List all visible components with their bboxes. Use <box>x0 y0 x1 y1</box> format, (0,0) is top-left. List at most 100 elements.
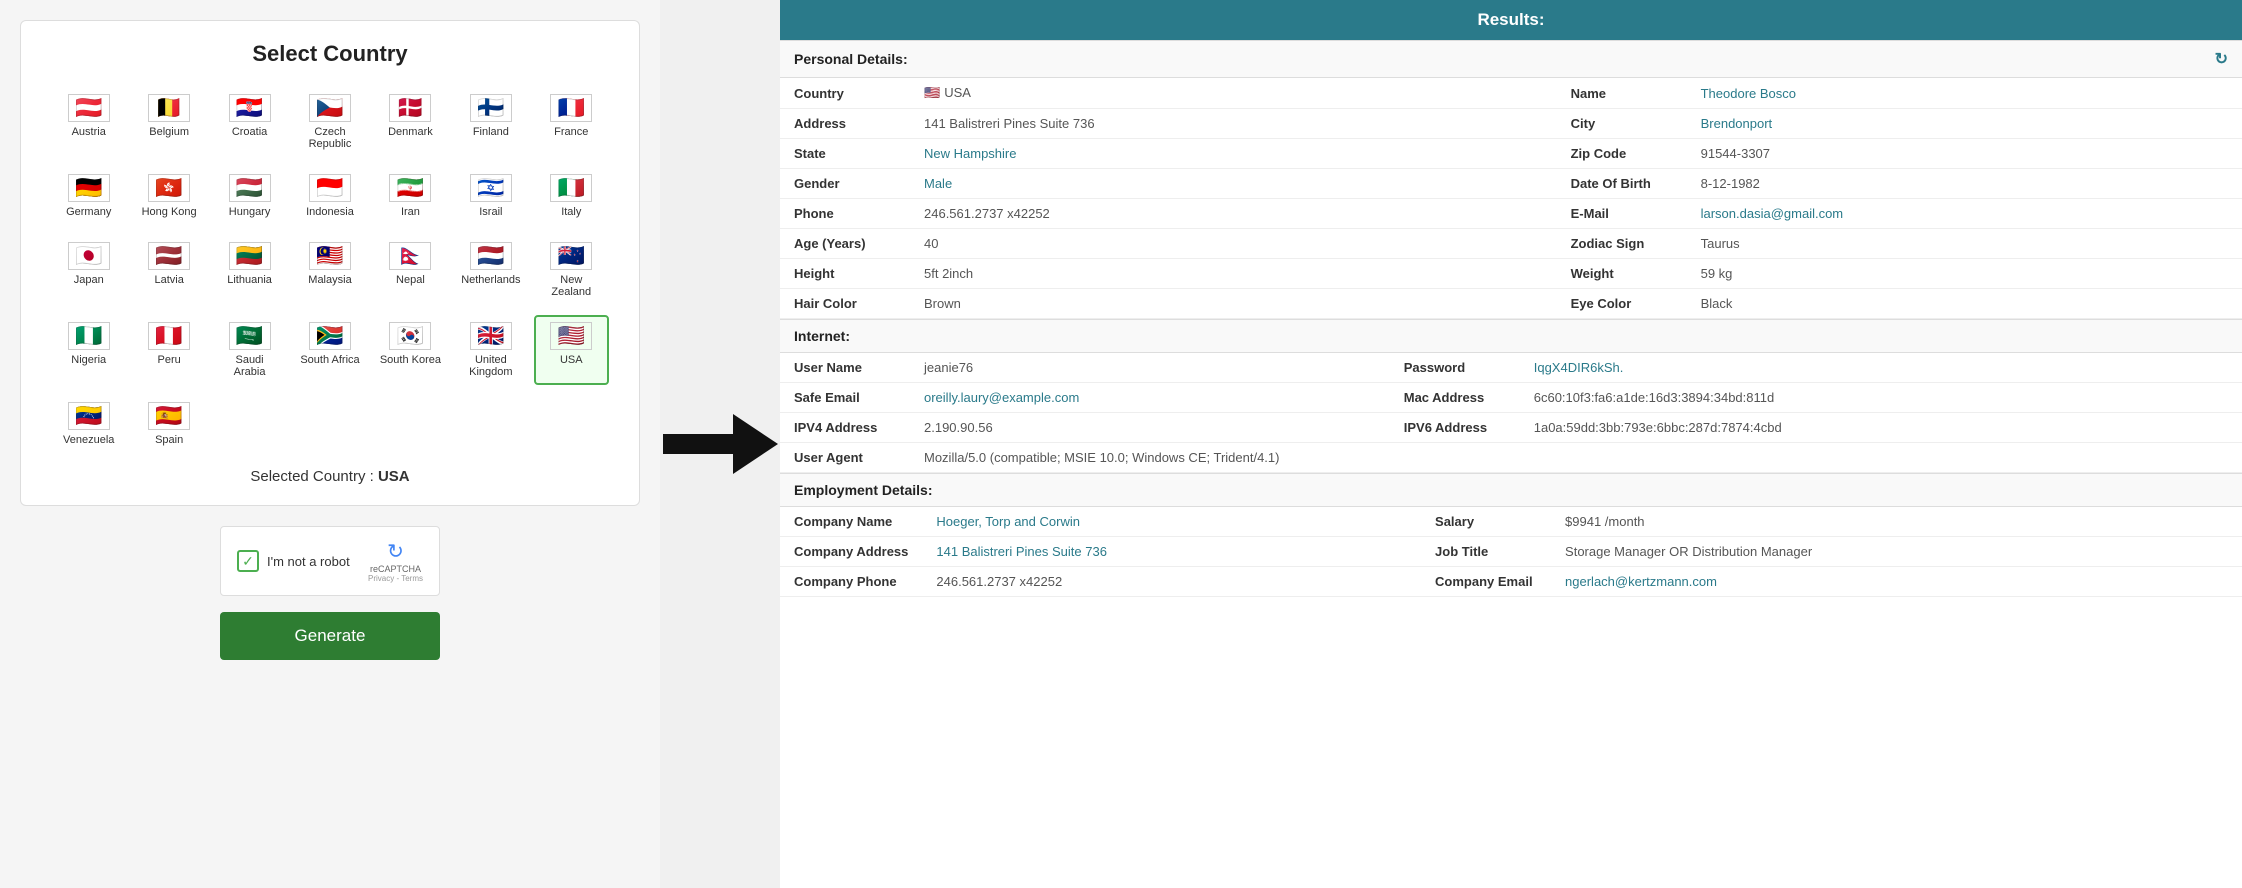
country-name-label: Israil <box>479 206 502 218</box>
country-item-belgium[interactable]: 🇧🇪Belgium <box>131 87 206 157</box>
country-item-czech-republic[interactable]: 🇨🇿Czech Republic <box>292 87 367 157</box>
flag-croatia: 🇭🇷 <box>229 94 271 122</box>
country-item-iran[interactable]: 🇮🇷 Iran <box>373 167 448 225</box>
flag-germany: 🇩🇪 <box>68 174 110 202</box>
table-row: Age (Years) 40 Zodiac Sign Taurus <box>780 229 2242 259</box>
country-name-label: Croatia <box>232 126 267 138</box>
useragent-value: Mozilla/5.0 (compatible; MSIE 10.0; Wind… <box>910 443 2242 473</box>
company-address-value: 141 Balistreri Pines Suite 736 <box>922 537 1421 567</box>
country-item-indonesia[interactable]: 🇮🇩Indonesia <box>292 167 367 225</box>
country-item-new-zealand[interactable]: 🇳🇿New Zealand <box>534 235 609 305</box>
country-value: 🇺🇸USA <box>910 78 1557 109</box>
gender-label: Gender <box>780 169 910 199</box>
mac-value: 6c60:10f3:fa6:a1de:16d3:3894:34bd:811d <box>1520 383 2242 413</box>
country-item-peru[interactable]: 🇵🇪 Peru <box>131 315 206 385</box>
country-item-hong-kong[interactable]: 🇭🇰Hong Kong <box>131 167 206 225</box>
country-item-israil[interactable]: 🇮🇱 Israil <box>453 167 528 225</box>
country-item-hungary[interactable]: 🇭🇺Hungary <box>212 167 287 225</box>
country-name-label: South Africa <box>300 354 359 366</box>
eye-value: Black <box>1687 289 2242 319</box>
flag-peru: 🇵🇪 <box>148 322 190 350</box>
country-item-italy[interactable]: 🇮🇹Italy <box>534 167 609 225</box>
flag-venezuela: 🇻🇪 <box>68 402 110 430</box>
flag-netherlands: 🇳🇱 <box>470 242 512 270</box>
password-value: IqgX4DIR6kSh. <box>1520 353 2242 383</box>
flag-nepal: 🇳🇵 <box>389 242 431 270</box>
country-name-label: Iran <box>401 206 420 218</box>
country-item-finland[interactable]: 🇫🇮Finland <box>453 87 528 157</box>
salary-label: Salary <box>1421 507 1551 537</box>
name-value: Theodore Bosco <box>1687 78 2242 109</box>
generate-button[interactable]: Generate <box>220 612 440 660</box>
refresh-icon[interactable]: ↻ <box>2215 49 2228 69</box>
country-item-nepal[interactable]: 🇳🇵 Nepal <box>373 235 448 305</box>
arrow-shape <box>663 414 778 474</box>
country-item-south-africa[interactable]: 🇿🇦South Africa <box>292 315 367 385</box>
country-item-lithuania[interactable]: 🇱🇹Lithuania <box>212 235 287 305</box>
flag-belgium: 🇧🇪 <box>148 94 190 122</box>
table-row: IPV4 Address 2.190.90.56 IPV6 Address 1a… <box>780 413 2242 443</box>
flag-austria: 🇦🇹 <box>68 94 110 122</box>
company-value: Hoeger, Torp and Corwin <box>922 507 1421 537</box>
zip-label: Zip Code <box>1557 139 1687 169</box>
country-grid: 🇦🇹 Austria 🇧🇪Belgium 🇭🇷 Croatia 🇨🇿Czech Repub… <box>51 87 609 453</box>
flag-denmark: 🇩🇰 <box>389 94 431 122</box>
country-item-france[interactable]: 🇫🇷France <box>534 87 609 157</box>
country-name-label: Hong Kong <box>142 206 197 218</box>
country-name-label: USA <box>560 354 583 366</box>
company-label: Company Name <box>780 507 922 537</box>
country-item-venezuela[interactable]: 🇻🇪 Venezuela <box>51 395 126 453</box>
country-item-south-korea[interactable]: 🇰🇷South Korea <box>373 315 448 385</box>
company-phone-label: Company Phone <box>780 567 922 597</box>
country-item-malaysia[interactable]: 🇲🇾Malaysia <box>292 235 367 305</box>
flag-nigeria: 🇳🇬 <box>68 322 110 350</box>
zip-value: 91544-3307 <box>1687 139 2242 169</box>
country-item-germany[interactable]: 🇩🇪Germany <box>51 167 126 225</box>
recaptcha-privacy: Privacy - Terms <box>368 574 423 583</box>
country-item-nigeria[interactable]: 🇳🇬 Nigeria <box>51 315 126 385</box>
table-row: Gender Male Date Of Birth 8-12-1982 <box>780 169 2242 199</box>
country-item-denmark[interactable]: 🇩🇰Denmark <box>373 87 448 157</box>
country-item-croatia[interactable]: 🇭🇷 Croatia <box>212 87 287 157</box>
employment-table: Company Name Hoeger, Torp and Corwin Sal… <box>780 507 2242 597</box>
flag-saudi-arabia: 🇸🇦 <box>229 322 271 350</box>
country-name-label: Venezuela <box>63 434 114 446</box>
ipv4-label: IPV4 Address <box>780 413 910 443</box>
country-name-label: Peru <box>158 354 181 366</box>
country-item-latvia[interactable]: 🇱🇻Latvia <box>131 235 206 305</box>
country-item-austria[interactable]: 🇦🇹 Austria <box>51 87 126 157</box>
employment-header: Employment Details: <box>780 473 2242 507</box>
flag-israil: 🇮🇱 <box>470 174 512 202</box>
country-item-usa[interactable]: 🇺🇸USA <box>534 315 609 385</box>
flag-iran: 🇮🇷 <box>389 174 431 202</box>
state-value: New Hampshire <box>910 139 1557 169</box>
captcha-widget[interactable]: ✓ I'm not a robot ↻ reCAPTCHA Privacy - … <box>220 526 440 596</box>
address-value: 141 Balistreri Pines Suite 736 <box>910 109 1557 139</box>
safe-email-label: Safe Email <box>780 383 910 413</box>
country-item-spain[interactable]: 🇪🇸Spain <box>131 395 206 453</box>
personal-details-header: Personal Details: ↻ <box>780 40 2242 78</box>
state-label: State <box>780 139 910 169</box>
country-item-saudi-arabia[interactable]: 🇸🇦Saudi Arabia <box>212 315 287 385</box>
recaptcha-logo: ↻ reCAPTCHA Privacy - Terms <box>368 539 423 583</box>
age-value: 40 <box>910 229 1557 259</box>
country-name-label: Italy <box>561 206 581 218</box>
arrow-head <box>733 414 778 474</box>
country-name-label: Nigeria <box>71 354 106 366</box>
salary-value: $9941 /month <box>1551 507 2242 537</box>
table-row: Address 141 Balistreri Pines Suite 736 C… <box>780 109 2242 139</box>
phone-label: Phone <box>780 199 910 229</box>
country-item-japan[interactable]: 🇯🇵Japan <box>51 235 126 305</box>
useragent-label: User Agent <box>780 443 910 473</box>
country-name-label: Netherlands <box>461 274 520 286</box>
email-value: larson.dasia@gmail.com <box>1687 199 2242 229</box>
name-label: Name <box>1557 78 1687 109</box>
flag-czech-republic: 🇨🇿 <box>309 94 351 122</box>
hair-value: Brown <box>910 289 1557 319</box>
table-row: Hair Color Brown Eye Color Black <box>780 289 2242 319</box>
country-item-netherlands[interactable]: 🇳🇱 Netherlands <box>453 235 528 305</box>
country-name-label: Finland <box>473 126 509 138</box>
country-name-label: Nepal <box>396 274 425 286</box>
country-name-label: Austria <box>72 126 106 138</box>
country-item-united-kingdom[interactable]: 🇬🇧United Kingdom <box>453 315 528 385</box>
